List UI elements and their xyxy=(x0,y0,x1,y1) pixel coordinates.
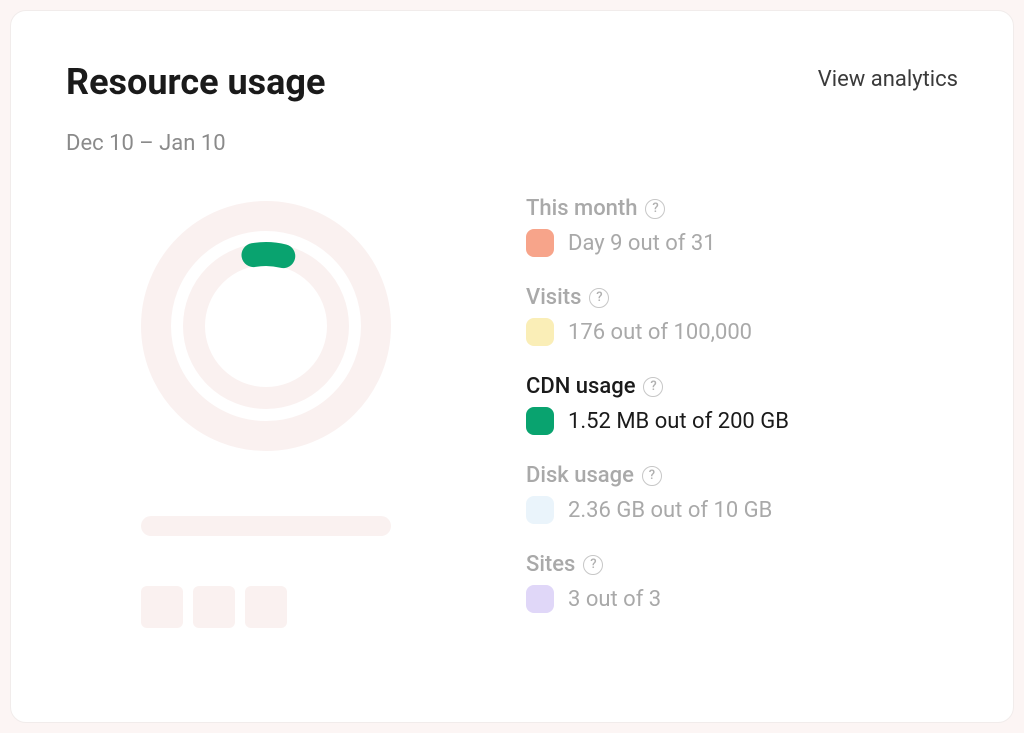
chart-panel xyxy=(66,186,466,628)
skeleton-square xyxy=(245,586,287,628)
skeleton-bar xyxy=(141,516,391,536)
swatch-sites xyxy=(526,585,554,613)
metric-value: 3 out of 3 xyxy=(568,587,661,612)
metric-row: 2.36 GB out of 10 GB xyxy=(526,496,958,524)
donut-chart xyxy=(136,196,396,456)
metric-value: Day 9 out of 31 xyxy=(568,231,716,256)
metric-label: Disk usage ? xyxy=(526,463,958,488)
help-icon[interactable]: ? xyxy=(645,199,665,219)
metric-value: 1.52 MB out of 200 GB xyxy=(568,409,789,434)
metric-disk[interactable]: Disk usage ? 2.36 GB out of 10 GB xyxy=(526,463,958,524)
resource-usage-card: Resource usage View analytics Dec 10 – J… xyxy=(10,10,1014,723)
card-content: This month ? Day 9 out of 31 Visits ? 17… xyxy=(66,186,958,628)
metric-row: 3 out of 3 xyxy=(526,585,958,613)
card-header: Resource usage View analytics xyxy=(66,61,958,103)
metric-value: 176 out of 100,000 xyxy=(568,320,752,345)
date-range: Dec 10 – Jan 10 xyxy=(66,131,958,156)
metric-label-text: CDN usage xyxy=(526,374,635,399)
swatch-visits xyxy=(526,318,554,346)
help-icon[interactable]: ? xyxy=(642,466,662,486)
metric-label: CDN usage ? xyxy=(526,374,958,399)
metric-label-text: This month xyxy=(526,196,637,221)
metric-label: This month ? xyxy=(526,196,958,221)
skeleton-square xyxy=(193,586,235,628)
metric-row: 176 out of 100,000 xyxy=(526,318,958,346)
metric-cdn[interactable]: CDN usage ? 1.52 MB out of 200 GB xyxy=(526,374,958,435)
skeleton-squares xyxy=(141,586,287,628)
metric-visits[interactable]: Visits ? 176 out of 100,000 xyxy=(526,285,958,346)
help-icon[interactable]: ? xyxy=(589,288,609,308)
metric-label: Visits ? xyxy=(526,285,958,310)
skeleton-square xyxy=(141,586,183,628)
metric-label-text: Sites xyxy=(526,552,575,577)
help-icon[interactable]: ? xyxy=(583,555,603,575)
metric-label-text: Visits xyxy=(526,285,581,310)
metric-row: 1.52 MB out of 200 GB xyxy=(526,407,958,435)
swatch-this-month xyxy=(526,229,554,257)
metric-this-month[interactable]: This month ? Day 9 out of 31 xyxy=(526,196,958,257)
metric-label-text: Disk usage xyxy=(526,463,634,488)
metric-row: Day 9 out of 31 xyxy=(526,229,958,257)
card-title: Resource usage xyxy=(66,61,325,103)
view-analytics-link[interactable]: View analytics xyxy=(818,67,958,92)
help-icon[interactable]: ? xyxy=(643,377,663,397)
metrics-list: This month ? Day 9 out of 31 Visits ? 17… xyxy=(526,186,958,628)
metric-label: Sites ? xyxy=(526,552,958,577)
metric-value: 2.36 GB out of 10 GB xyxy=(568,498,772,523)
swatch-cdn xyxy=(526,407,554,435)
metric-sites[interactable]: Sites ? 3 out of 3 xyxy=(526,552,958,613)
swatch-disk xyxy=(526,496,554,524)
